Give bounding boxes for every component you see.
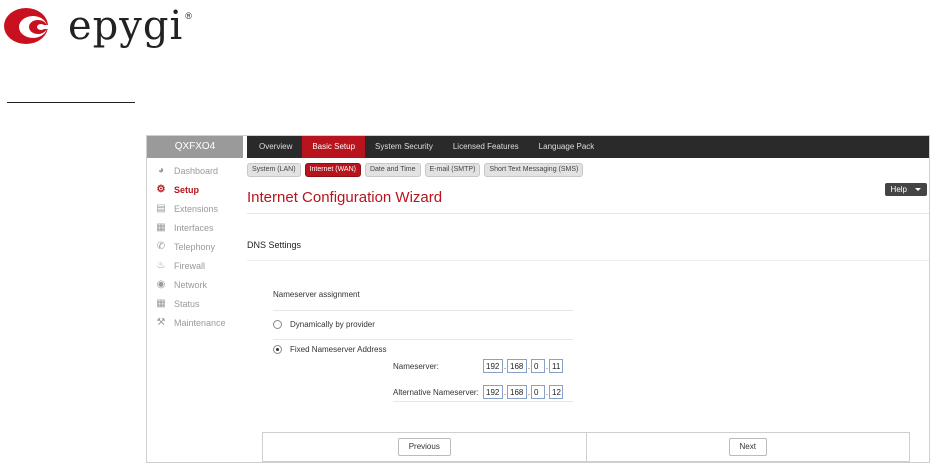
subtab-email-smtp[interactable]: E-mail (SMTP) [424, 163, 481, 177]
title-divider [247, 213, 929, 214]
logo-registered-mark: ® [185, 11, 192, 21]
help-button[interactable]: Help [884, 183, 927, 196]
gear-icon: ⚙ [156, 184, 166, 195]
section-title: DNS Settings [247, 240, 302, 250]
previous-button[interactable]: Previous [397, 438, 451, 456]
sidebar-item-label: Maintenance [174, 317, 226, 328]
nameserver-octet-3[interactable]: 0 [531, 359, 545, 373]
alt-nameserver-row: Alternative Nameserver: 192 . 168 . 0 . … [393, 385, 563, 399]
header-underline [7, 102, 135, 103]
alt-nameserver-octet-3[interactable]: 0 [531, 385, 545, 399]
option-fixed-label: Fixed Nameserver Address [290, 345, 387, 354]
alt-nameserver-label: Alternative Nameserver: [393, 387, 479, 397]
radio-fixed[interactable] [273, 345, 282, 354]
subtab-sms[interactable]: Short Text Messaging (SMS) [484, 163, 584, 177]
subtab-date-time[interactable]: Date and Time [364, 163, 421, 177]
alt-nameserver-octet-4[interactable]: 12 [549, 385, 563, 399]
divider [273, 339, 573, 340]
sidebar-item-dashboard[interactable]: ◕ Dashboard [147, 161, 243, 180]
sidebar-item-label: Dashboard [174, 165, 219, 176]
chevron-down-icon [915, 188, 921, 192]
sidebar-item-label: Firewall [174, 260, 206, 271]
page-title: Internet Configuration Wizard [247, 189, 443, 206]
divider [273, 310, 573, 311]
nameserver-octet-1[interactable]: 192 [483, 359, 503, 373]
sidebar-item-maintenance[interactable]: ⚒ Maintenance [147, 313, 243, 332]
sidebar-item-telephony[interactable]: ✆ Telephony [147, 237, 243, 256]
alt-nameserver-octet-2[interactable]: 168 [507, 385, 527, 399]
globe-icon: ◉ [156, 279, 166, 290]
option-dynamic-label: Dynamically by provider [290, 320, 375, 329]
sidebar-item-label: Telephony [174, 241, 216, 252]
flame-icon: ♨ [156, 260, 166, 271]
app-window: QXFXO4 ◕ Dashboard ⚙ Setup ▤ Extensions … [146, 135, 930, 463]
radio-dynamic[interactable] [273, 320, 282, 329]
subtab-internet-wan[interactable]: Internet (WAN) [304, 163, 361, 177]
sidebar-item-label: Status [174, 298, 200, 309]
alt-nameserver-octet-1[interactable]: 192 [483, 385, 503, 399]
option-fixed[interactable]: Fixed Nameserver Address [273, 345, 386, 354]
nameserver-label: Nameserver: [393, 361, 439, 371]
device-name: QXFXO4 [147, 136, 243, 158]
dns-settings-section: DNS Settings Nameserver assignment Dynam… [247, 226, 929, 462]
epygi-logo: epygi ® [2, 6, 192, 46]
sidebar-item-firewall[interactable]: ♨ Firewall [147, 256, 243, 275]
divider [393, 401, 573, 402]
sidebar-item-status[interactable]: ▦ Status [147, 294, 243, 313]
sidebar-item-label: Setup [174, 184, 200, 195]
tab-basic-setup[interactable]: Basic Setup [302, 136, 366, 158]
sidebar-item-setup[interactable]: ⚙ Setup [147, 180, 243, 199]
chart-icon: ▦ [156, 298, 166, 309]
sidebar-item-extensions[interactable]: ▤ Extensions [147, 199, 243, 218]
top-navigation: Overview Basic Setup System Security Lic… [247, 136, 929, 158]
interfaces-icon: ▦ [156, 222, 166, 233]
section-divider [247, 260, 929, 261]
tab-language-pack[interactable]: Language Pack [529, 136, 605, 158]
nameserver-row: Nameserver: 192 . 168 . 0 . 11 [393, 359, 563, 373]
sidebar-item-network[interactable]: ◉ Network [147, 275, 243, 294]
sidebar-item-interfaces[interactable]: ▦ Interfaces [147, 218, 243, 237]
next-button[interactable]: Next [728, 438, 767, 456]
subtab-system-lan[interactable]: System (LAN) [247, 163, 301, 177]
wrench-icon: ⚒ [156, 317, 166, 328]
logo-wordmark: epygi [68, 3, 184, 49]
nameserver-octet-4[interactable]: 11 [549, 359, 563, 373]
tab-overview[interactable]: Overview [249, 136, 302, 158]
extensions-icon: ▤ [156, 203, 166, 214]
sidebar-item-label: Interfaces [174, 222, 214, 233]
tab-system-security[interactable]: System Security [365, 136, 443, 158]
phone-icon: ✆ [156, 241, 166, 252]
wizard-button-bar: Previous Next [262, 432, 910, 462]
option-dynamic[interactable]: Dynamically by provider [273, 320, 375, 329]
dashboard-icon: ◕ [157, 165, 165, 176]
sidebar: QXFXO4 ◕ Dashboard ⚙ Setup ▤ Extensions … [147, 136, 243, 462]
help-label: Help [890, 185, 907, 194]
tab-licensed-features[interactable]: Licensed Features [443, 136, 529, 158]
sub-navigation: System (LAN) Internet (WAN) Date and Tim… [247, 163, 584, 177]
sidebar-item-label: Network [174, 279, 208, 290]
nameserver-assignment-label: Nameserver assignment [273, 290, 360, 299]
epygi-logo-mark [4, 8, 62, 44]
nameserver-octet-2[interactable]: 168 [507, 359, 527, 373]
sidebar-item-label: Extensions [174, 203, 219, 214]
